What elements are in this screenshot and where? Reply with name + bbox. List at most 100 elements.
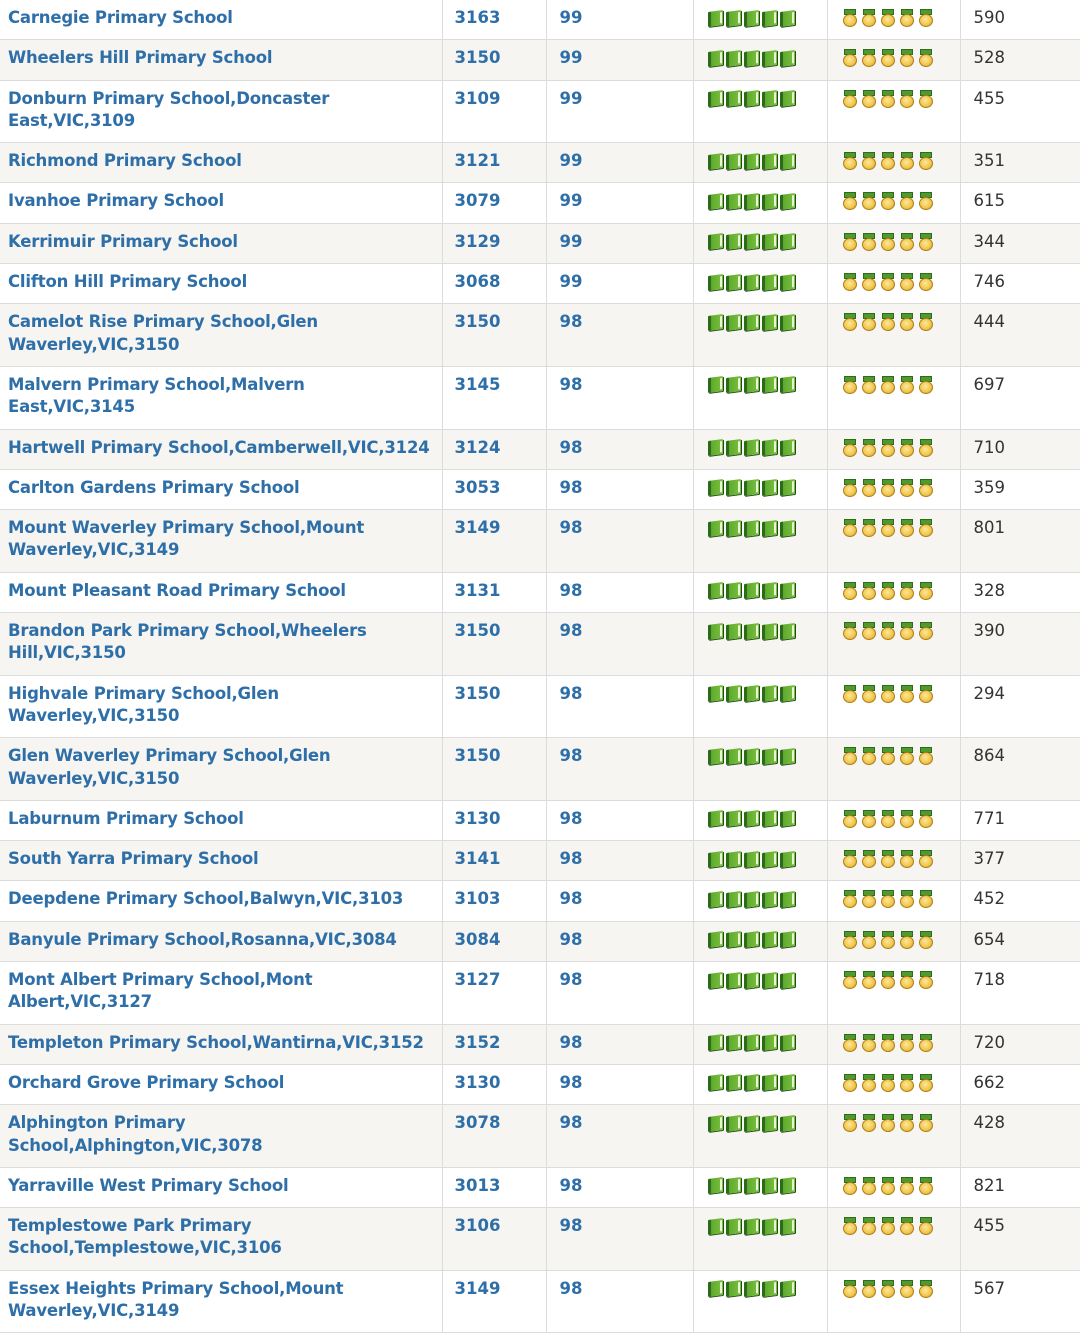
school-name-link[interactable]: Templestowe Park Primary School,Templest… [0, 1207, 443, 1271]
score-link[interactable]: 98 [546, 1167, 694, 1208]
postcode-link[interactable]: 3150 [442, 612, 547, 676]
postcode-link[interactable]: 3150 [442, 303, 547, 367]
school-name-link[interactable]: Orchard Grove Primary School [0, 1064, 443, 1105]
score-link[interactable]: 99 [546, 0, 694, 40]
school-name-link[interactable]: Hartwell Primary School,Camberwell,VIC,3… [0, 429, 443, 470]
postcode-link[interactable]: 3149 [442, 1270, 547, 1333]
score-link[interactable]: 98 [546, 800, 694, 841]
postcode-link[interactable]: 3103 [442, 880, 547, 922]
score-link[interactable]: 99 [546, 142, 694, 183]
table-row: Templestowe Park Primary School,Templest… [0, 1207, 1080, 1271]
medal-icon [842, 1073, 858, 1092]
school-name-link[interactable]: Camelot Rise Primary School,Glen Waverle… [0, 303, 443, 367]
postcode-link[interactable]: 3163 [442, 0, 547, 40]
score-link[interactable]: 98 [546, 469, 694, 510]
score-link[interactable]: 98 [546, 921, 694, 962]
postcode-link[interactable]: 3079 [442, 182, 547, 224]
medal-icon [880, 747, 896, 766]
postcode-link[interactable]: 3053 [442, 469, 547, 510]
book-icon [761, 582, 777, 600]
postcode-link[interactable]: 3106 [442, 1207, 547, 1271]
book-icon [725, 582, 741, 600]
score-link[interactable]: 98 [546, 880, 694, 922]
school-name-link[interactable]: Ivanhoe Primary School [0, 182, 443, 224]
book-icon [707, 1280, 723, 1298]
score-link[interactable]: 98 [546, 572, 694, 613]
school-name-link[interactable]: Alphington Primary School,Alphington,VIC… [0, 1104, 443, 1168]
medal-icon [861, 1176, 877, 1195]
school-name-link[interactable]: Mount Waverley Primary School,Mount Wave… [0, 509, 443, 573]
school-name-link[interactable]: Banyule Primary School,Rosanna,VIC,3084 [0, 921, 443, 962]
score-link[interactable]: 98 [546, 961, 694, 1025]
school-name-link[interactable]: Carnegie Primary School [0, 0, 443, 40]
postcode-link[interactable]: 3150 [442, 675, 547, 738]
medal-icon [880, 1217, 896, 1236]
score-link[interactable]: 98 [546, 1024, 694, 1065]
score-link[interactable]: 98 [546, 303, 694, 367]
school-name-link[interactable]: Malvern Primary School,Malvern East,VIC,… [0, 366, 443, 430]
school-name-link[interactable]: Richmond Primary School [0, 142, 443, 183]
postcode-link[interactable]: 3109 [442, 80, 547, 143]
score-link[interactable]: 98 [546, 737, 694, 801]
score-link[interactable]: 99 [546, 182, 694, 224]
school-name-link[interactable]: Essex Heights Primary School,Mount Waver… [0, 1270, 443, 1333]
postcode-link[interactable]: 3152 [442, 1024, 547, 1065]
score-link[interactable]: 98 [546, 612, 694, 676]
postcode-link[interactable]: 3131 [442, 572, 547, 613]
school-name-link[interactable]: Highvale Primary School,Glen Waverley,VI… [0, 675, 443, 738]
score-link[interactable]: 98 [546, 1207, 694, 1271]
postcode-link[interactable]: 3145 [442, 366, 547, 430]
score-link[interactable]: 98 [546, 1064, 694, 1105]
medal-icon [861, 89, 877, 108]
school-name-link[interactable]: South Yarra Primary School [0, 840, 443, 881]
medals-rating-cell [827, 1064, 961, 1105]
postcode-link[interactable]: 3013 [442, 1167, 547, 1208]
postcode-link[interactable]: 3127 [442, 961, 547, 1025]
school-name-link[interactable]: Donburn Primary School,Doncaster East,VI… [0, 80, 443, 143]
score-link[interactable]: 98 [546, 509, 694, 573]
postcode-link[interactable]: 3129 [442, 223, 547, 264]
postcode-link[interactable]: 3130 [442, 800, 547, 841]
school-name-link[interactable]: Yarraville West Primary School [0, 1167, 443, 1208]
postcode-link[interactable]: 3121 [442, 142, 547, 183]
books-rating-cell [693, 429, 828, 470]
score-link[interactable]: 98 [546, 429, 694, 470]
school-name-link[interactable]: Deepdene Primary School,Balwyn,VIC,3103 [0, 880, 443, 922]
table-row: Yarraville West Primary School 3013 98 821 [0, 1167, 1080, 1208]
medal-icon [842, 49, 858, 68]
school-name-link[interactable]: Clifton Hill Primary School [0, 263, 443, 304]
school-name-link[interactable]: Laburnum Primary School [0, 800, 443, 841]
school-name-link[interactable]: Mont Albert Primary School,Mont Albert,V… [0, 961, 443, 1025]
school-name-link[interactable]: Wheelers Hill Primary School [0, 39, 443, 81]
postcode-link[interactable]: 3078 [442, 1104, 547, 1168]
score-link[interactable]: 99 [546, 223, 694, 264]
school-name-link[interactable]: Glen Waverley Primary School,Glen Waverl… [0, 737, 443, 801]
postcode-link[interactable]: 3141 [442, 840, 547, 881]
school-name-link[interactable]: Templeton Primary School,Wantirna,VIC,31… [0, 1024, 443, 1065]
postcode-link[interactable]: 3084 [442, 921, 547, 962]
postcode-link[interactable]: 3149 [442, 509, 547, 573]
score-link[interactable]: 99 [546, 39, 694, 81]
book-icon [725, 273, 741, 291]
postcode-link[interactable]: 3124 [442, 429, 547, 470]
postcode-link[interactable]: 3150 [442, 39, 547, 81]
school-name-link[interactable]: Mount Pleasant Road Primary School [0, 572, 443, 613]
postcode-link[interactable]: 3150 [442, 737, 547, 801]
school-name-link[interactable]: Carlton Gardens Primary School [0, 469, 443, 510]
score-link[interactable]: 98 [546, 1104, 694, 1168]
medal-icon [918, 89, 934, 108]
postcode-link[interactable]: 3068 [442, 263, 547, 304]
score-link[interactable]: 98 [546, 1270, 694, 1333]
score-link[interactable]: 98 [546, 366, 694, 430]
score-link[interactable]: 99 [546, 80, 694, 143]
score-link[interactable]: 99 [546, 263, 694, 304]
book-icon [779, 192, 795, 211]
table-row: Donburn Primary School,Doncaster East,VI… [0, 80, 1080, 143]
postcode-link[interactable]: 3130 [442, 1064, 547, 1105]
school-name-link[interactable]: Kerrimuir Primary School [0, 223, 443, 264]
book-icon [707, 233, 723, 251]
medal-icon [918, 478, 934, 497]
score-link[interactable]: 98 [546, 840, 694, 881]
score-link[interactable]: 98 [546, 675, 694, 738]
school-name-link[interactable]: Brandon Park Primary School,Wheelers Hil… [0, 612, 443, 676]
